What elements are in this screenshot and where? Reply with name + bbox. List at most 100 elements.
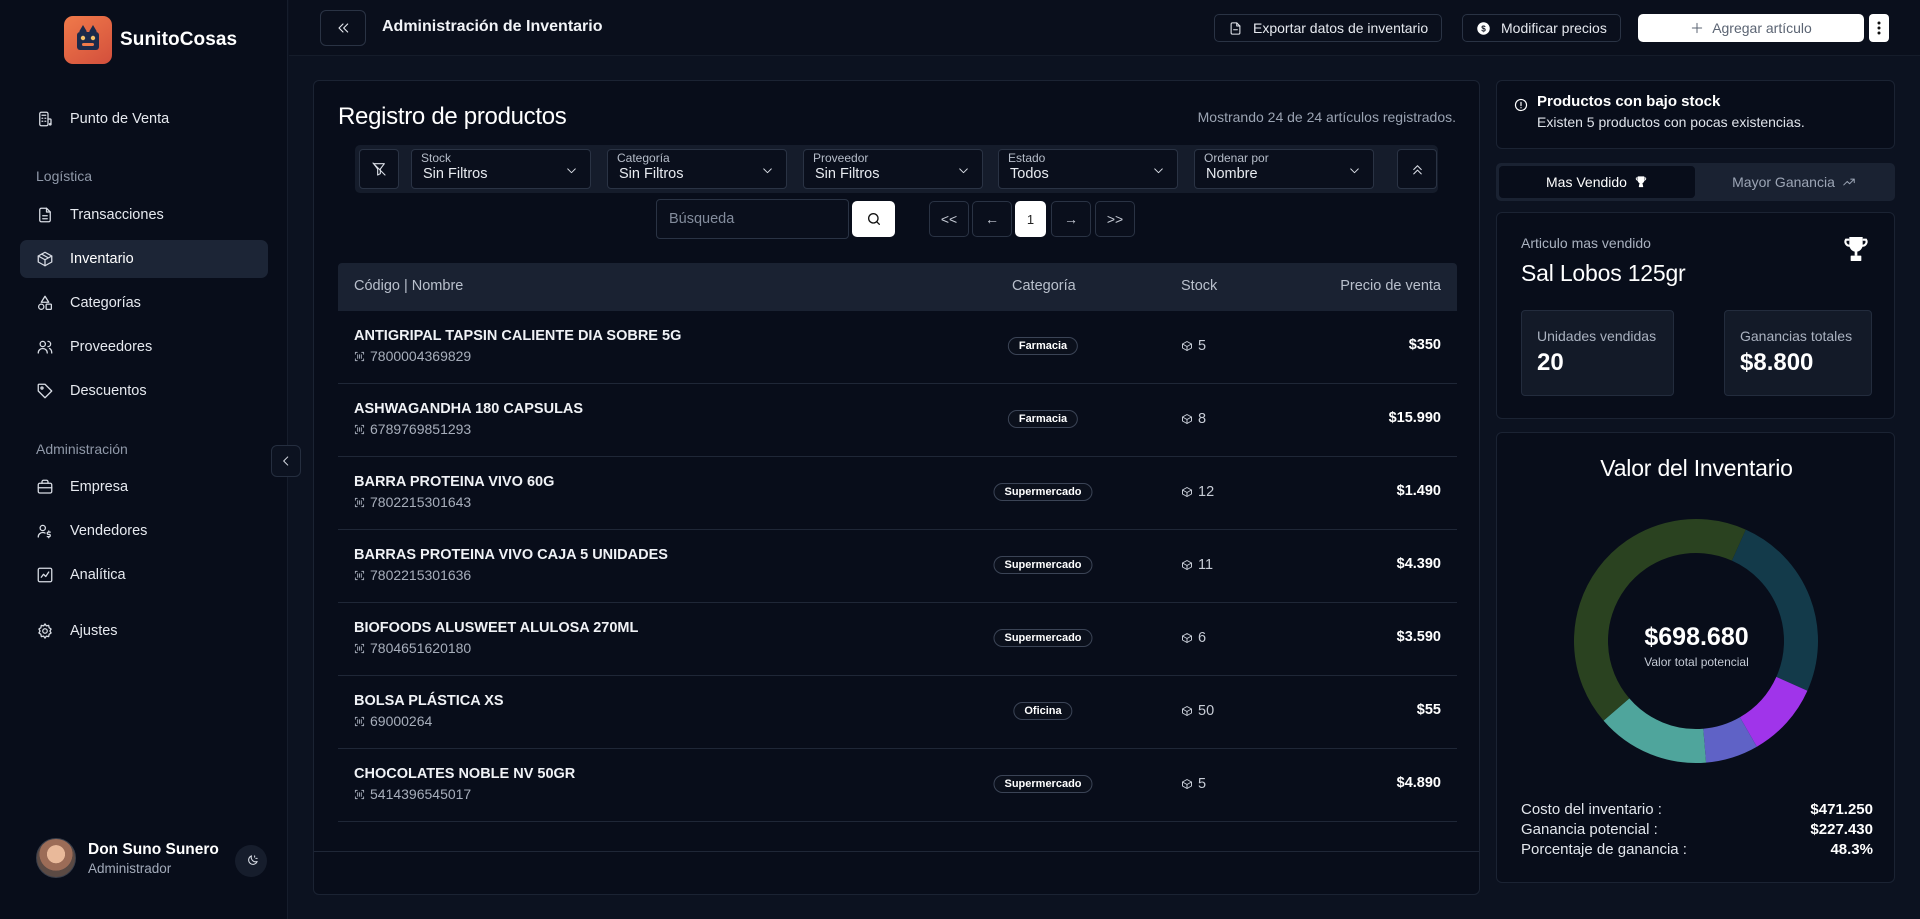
inventory-total-value: $698.680 bbox=[1644, 623, 1749, 651]
product-code-wrap: 5414396545017 bbox=[354, 786, 471, 802]
table-row[interactable]: BOLSA PLÁSTICA XS 69000264 Oficina 50 $5… bbox=[338, 676, 1457, 749]
barcode-scan-icon bbox=[354, 424, 365, 434]
table-row[interactable]: CHOCOLATES NOBLE NV 50GR 5414396545017 S… bbox=[338, 749, 1457, 822]
chevron-down-icon bbox=[567, 168, 576, 174]
donut-center: $698.680 Valor total potencial bbox=[1497, 623, 1896, 669]
briefcase-icon bbox=[37, 479, 53, 494]
tab-label: Mayor Ganancia bbox=[1732, 174, 1835, 190]
sidebar-item-analitica[interactable]: Analítica bbox=[20, 556, 268, 594]
sidebar-item-pos[interactable]: Punto de Venta bbox=[20, 100, 268, 138]
column-header-stock[interactable]: Stock bbox=[1181, 278, 1217, 294]
category-filter-select[interactable]: Categoría Sin Filtros bbox=[607, 149, 787, 189]
current-page[interactable]: 1 bbox=[1015, 201, 1046, 237]
category-badge: Supermercado bbox=[993, 775, 1093, 793]
moon-sun-icon bbox=[247, 854, 258, 865]
modify-prices-button[interactable]: $ Modificar precios bbox=[1462, 14, 1621, 42]
sidebar-item-vendedores[interactable]: Vendedores bbox=[20, 512, 268, 550]
box-icon bbox=[37, 251, 53, 267]
ranking-tabs: Mas Vendido Mayor Ganancia bbox=[1496, 163, 1895, 201]
tab-most-profit[interactable]: Mayor Ganancia bbox=[1696, 166, 1892, 198]
sidebar-item-categorias[interactable]: Categorías bbox=[20, 284, 268, 322]
box-icon bbox=[1182, 414, 1192, 424]
sidebar-item-ajustes[interactable]: Ajustes bbox=[20, 612, 268, 650]
filter-value: Sin Filtros bbox=[815, 166, 880, 182]
user-name: Don Suno Sunero bbox=[88, 840, 219, 858]
search-button[interactable] bbox=[852, 201, 895, 237]
stock-cell: 12 bbox=[1181, 484, 1214, 500]
status-filter-select[interactable]: Estado Todos bbox=[998, 149, 1178, 189]
brand[interactable]: SunitoCosas bbox=[64, 16, 237, 64]
table-row[interactable]: BARRA PROTEINA VIVO 60G 7802215301643 Su… bbox=[338, 457, 1457, 530]
donut-segment-4 bbox=[1603, 697, 1707, 763]
sidebar-item-empresa[interactable]: Empresa bbox=[20, 468, 268, 506]
svg-text:$: $ bbox=[1481, 24, 1486, 33]
filter-label: Proveedor bbox=[813, 151, 869, 165]
column-header-name[interactable]: Código | Nombre bbox=[354, 278, 463, 294]
product-code: 6789769851293 bbox=[370, 421, 472, 437]
prev-page-button[interactable]: ← bbox=[972, 201, 1012, 237]
clear-filters-button[interactable] bbox=[359, 149, 399, 189]
product-name: BARRA PROTEINA VIVO 60G bbox=[354, 474, 555, 490]
sidebar-item-label: Proveedores bbox=[70, 339, 153, 355]
export-button[interactable]: Exportar datos de inventario bbox=[1214, 14, 1443, 42]
user-profile[interactable]: Don Suno Sunero Administrador bbox=[36, 838, 219, 878]
brand-logo bbox=[64, 16, 112, 64]
category-badge: Supermercado bbox=[993, 629, 1093, 647]
stock-value: 6 bbox=[1198, 630, 1207, 646]
sidebar-item-label: Vendedores bbox=[70, 523, 148, 539]
sidebar-item-proveedores[interactable]: Proveedores bbox=[20, 328, 268, 366]
receipt-icon bbox=[39, 207, 51, 223]
sidebar-item-descuentos[interactable]: Descuentos bbox=[20, 372, 268, 410]
stat-value: 20 bbox=[1537, 349, 1564, 376]
tab-best-seller[interactable]: Mas Vendido bbox=[1499, 166, 1695, 198]
product-code-wrap: 6789769851293 bbox=[354, 421, 471, 437]
product-code-wrap: 7802215301636 bbox=[354, 567, 471, 583]
sort-by-select[interactable]: Ordenar por Nombre bbox=[1194, 149, 1374, 189]
filter-label: Stock bbox=[421, 151, 452, 165]
category-badge: Supermercado bbox=[993, 556, 1093, 574]
sidebar-item-transacciones[interactable]: Transacciones bbox=[20, 196, 268, 234]
stock-filter-select[interactable]: Stock Sin Filtros bbox=[411, 149, 591, 189]
add-article-button[interactable]: Agregar artículo bbox=[1638, 14, 1864, 42]
best-seller-label: Articulo mas vendido bbox=[1521, 235, 1651, 251]
box-icon bbox=[1182, 341, 1192, 351]
filter-value: Nombre bbox=[1206, 166, 1258, 182]
table-row[interactable]: BIOFOODS ALUSWEET ALULOSA 270ML 78046516… bbox=[338, 603, 1457, 676]
table-row[interactable]: BARRAS PROTEINA VIVO CAJA 5 UNIDADES 780… bbox=[338, 530, 1457, 603]
sidebar-collapse-button[interactable] bbox=[271, 445, 301, 477]
next-page-button[interactable]: → bbox=[1051, 201, 1091, 237]
price-value: $4.390 bbox=[1396, 556, 1441, 572]
double-chevron-up-icon bbox=[1412, 164, 1422, 174]
sidebar-section-admin: Administración bbox=[36, 441, 128, 457]
product-name: BOLSA PLÁSTICA XS bbox=[354, 693, 504, 709]
stock-value: 11 bbox=[1198, 557, 1214, 573]
low-stock-alert[interactable]: Productos con bajo stock Existen 5 produ… bbox=[1496, 80, 1895, 149]
chevron-down-icon bbox=[763, 168, 772, 174]
first-page-button[interactable]: << bbox=[929, 201, 969, 237]
table-row[interactable]: ANTIGRIPAL TAPSIN CALIENTE DIA SOBRE 5G … bbox=[338, 311, 1457, 384]
sort-direction-button[interactable] bbox=[1397, 149, 1437, 189]
price-value: $15.990 bbox=[1388, 410, 1441, 426]
sidebar-item-label: Descuentos bbox=[70, 383, 147, 399]
barcode-scan-icon bbox=[354, 497, 365, 507]
table-row[interactable]: ASHWAGANDHA 180 CAPSULAS 6789769851293 F… bbox=[338, 384, 1457, 457]
column-header-price[interactable]: Precio de venta bbox=[1340, 278, 1441, 294]
back-button[interactable] bbox=[320, 10, 366, 46]
last-page-button[interactable]: >> bbox=[1095, 201, 1135, 237]
theme-toggle-button[interactable] bbox=[235, 845, 267, 877]
column-header-category[interactable]: Categoría bbox=[1012, 278, 1076, 294]
box-icon bbox=[1182, 487, 1192, 497]
more-options-button[interactable] bbox=[1869, 14, 1889, 42]
export-label: Exportar datos de inventario bbox=[1253, 20, 1429, 36]
dollar-circle-icon: $ bbox=[1477, 21, 1490, 35]
barcode-scan-icon bbox=[354, 789, 365, 799]
provider-filter-select[interactable]: Proveedor Sin Filtros bbox=[803, 149, 983, 189]
product-code: 7802215301643 bbox=[370, 494, 472, 510]
sidebar-item-inventario[interactable]: Inventario bbox=[20, 240, 268, 278]
avatar bbox=[36, 838, 76, 878]
search-input[interactable] bbox=[656, 199, 849, 239]
info-icon bbox=[1514, 98, 1528, 112]
stock-value: 5 bbox=[1198, 776, 1207, 792]
trophy-icon bbox=[1844, 237, 1868, 261]
product-code: 5414396545017 bbox=[370, 786, 472, 802]
